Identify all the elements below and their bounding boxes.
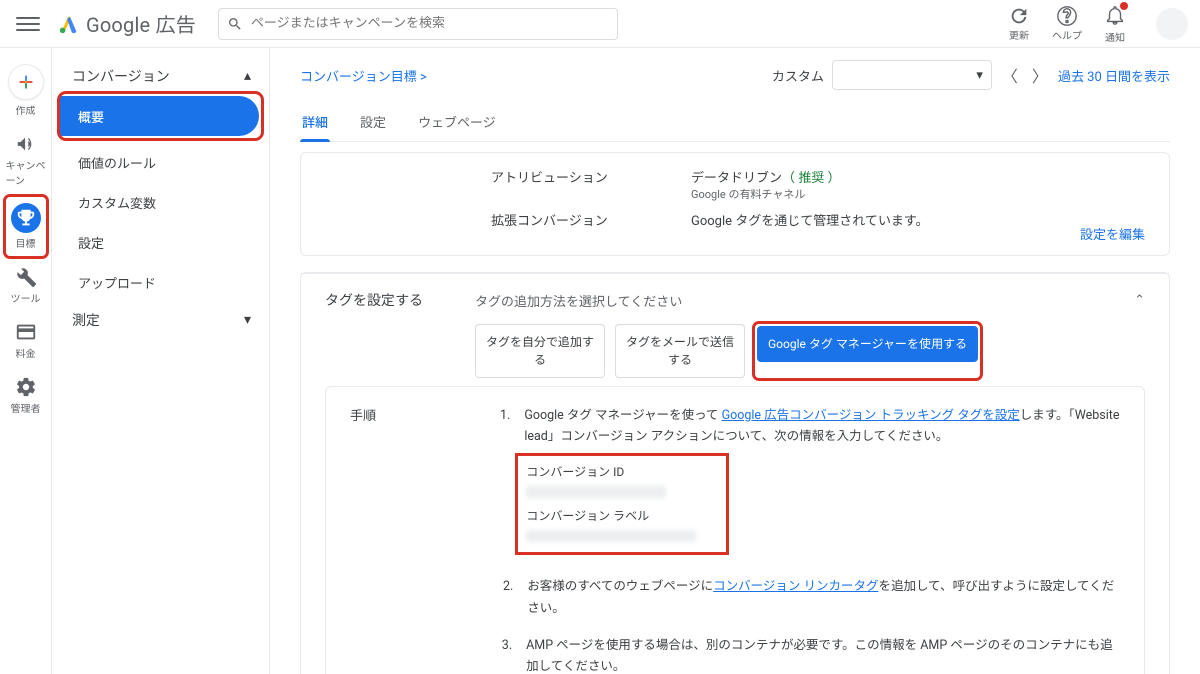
caret-down-icon: ▾ — [976, 68, 983, 83]
refresh-button[interactable]: 更新 — [1008, 5, 1030, 42]
help-button[interactable]: ヘルプ — [1052, 5, 1082, 42]
date-dropdown[interactable]: ▾ — [832, 60, 992, 90]
side-section-conversion[interactable]: コンバージョン ▴ — [60, 58, 261, 94]
edit-settings-link[interactable]: 設定を編集 — [1080, 224, 1145, 243]
refresh-icon — [1008, 5, 1030, 27]
search-box[interactable] — [218, 8, 618, 40]
tag-section: タグを設定する タグの追加方法を選択してください ⌃ タグを自分で追加する タグ… — [301, 273, 1169, 674]
notifications-button[interactable]: 通知 — [1104, 4, 1126, 44]
gear-icon — [15, 376, 37, 398]
steps-list: 1. Google タグ マネージャーを使って Google 広告コンバージョン… — [500, 405, 1120, 674]
side-section-measure[interactable]: 測定 ▾ — [60, 302, 261, 338]
bell-icon — [1104, 4, 1126, 29]
tag-card: タグを設定する タグの追加方法を選択してください ⌃ タグを自分で追加する タグ… — [300, 272, 1170, 674]
step-2: 2. お客様のすべてのウェブページにコンバージョン リンカータグを追加して、呼び… — [500, 576, 1120, 619]
hamburger-menu-icon[interactable] — [16, 12, 40, 36]
side-item-custom-vars[interactable]: カスタム変数 — [60, 182, 261, 222]
side-item-value-rules[interactable]: 価値のルール — [60, 142, 261, 182]
tab-webpage[interactable]: ウェブページ — [416, 104, 498, 141]
chevron-down-icon: ▾ — [244, 312, 251, 328]
date-controls: カスタム ▾ 〈 〉 過去 30 日間を表示 — [772, 60, 1170, 90]
side-panel: コンバージョン ▴ 概要 価値のルール カスタム変数 設定 アップロード 測定 … — [52, 48, 270, 674]
avatar[interactable] — [1156, 8, 1188, 40]
rail-campaigns[interactable]: キャンペーン — [6, 127, 46, 193]
attrib-key-enhanced: 拡張コンバージョン — [491, 210, 651, 229]
attrib-val-enhanced: Google タグを通じて管理されています。 — [691, 210, 1145, 229]
date-select: カスタム ▾ — [772, 60, 992, 90]
rail-admin[interactable]: 管理者 — [6, 370, 46, 421]
attrib-key-attribution: アトリビューション — [491, 167, 651, 202]
gtm-setup-link[interactable]: Google 広告コンバージョン トラッキング タグを設定 — [722, 408, 1020, 423]
cv-id-label: コンバージョン ID — [526, 462, 696, 482]
tag-section-desc: タグの追加方法を選択してください — [475, 291, 1104, 310]
tools-icon — [15, 266, 37, 288]
side-item-settings[interactable]: 設定 — [60, 222, 261, 262]
left-rail: 作成 キャンペーン 目標 ツール 料金 管理者 — [0, 48, 52, 674]
cv-label-label: コンバージョン ラベル — [526, 506, 696, 526]
tabs: 詳細 設定 ウェブページ — [300, 104, 1170, 142]
prev-period-button[interactable]: 〈 — [1002, 63, 1018, 87]
date-range-link[interactable]: 過去 30 日間を表示 — [1058, 66, 1170, 85]
attribution-card: アトリビューション データドリブン（ 推奨 ） Google の有料チャネル 拡… — [300, 152, 1170, 256]
google-ads-logo-icon — [58, 13, 80, 35]
steps-card: 手順 1. Google タグ マネージャーを使って Google 広告コンバー… — [325, 386, 1145, 674]
trophy-icon — [11, 203, 41, 233]
side-item-overview[interactable]: 概要 — [60, 96, 259, 136]
option-send-email[interactable]: タグをメールで送信する — [615, 324, 745, 378]
cv-label-value — [526, 530, 696, 542]
step-1: 1. Google タグ マネージャーを使って Google 広告コンバージョン… — [500, 405, 1120, 560]
megaphone-icon — [15, 133, 37, 155]
tag-section-title: タグを設定する — [325, 290, 445, 310]
brand: Google 広告 — [58, 9, 196, 38]
rail-goals[interactable]: 目標 — [6, 197, 46, 256]
card-icon — [15, 321, 37, 343]
highlight-gtm-option: Google タグ マネージャーを使用する — [755, 324, 980, 378]
brand-name: Google 広告 — [86, 9, 196, 38]
crumb-row: コンバージョン目標 > カスタム ▾ 〈 〉 過去 30 日間を表示 — [300, 60, 1170, 90]
cv-id-value — [526, 486, 666, 498]
conversion-ids-box: コンバージョン ID コンバージョン ラベル — [518, 456, 726, 553]
steps-label: 手順 — [350, 405, 500, 674]
top-header: Google 広告 更新 ヘルプ 通知 — [0, 0, 1200, 48]
date-custom-label: カスタム — [772, 66, 824, 85]
main-content: コンバージョン目標 > カスタム ▾ 〈 〉 過去 30 日間を表示 詳細 設定… — [270, 48, 1200, 674]
help-icon — [1056, 5, 1078, 27]
attrib-val-attribution: データドリブン（ 推奨 ） Google の有料チャネル — [691, 167, 1145, 202]
tab-settings[interactable]: 設定 — [358, 104, 388, 141]
collapse-chevron-icon[interactable]: ⌃ — [1134, 293, 1145, 308]
search-input[interactable] — [251, 16, 609, 31]
search-icon — [227, 16, 243, 32]
option-use-gtm[interactable]: Google タグ マネージャーを使用する — [757, 326, 978, 362]
chevron-up-icon: ▴ — [244, 68, 251, 84]
option-add-self[interactable]: タグを自分で追加する — [475, 324, 605, 378]
header-actions: 更新 ヘルプ 通知 — [1008, 4, 1188, 44]
tag-options: タグを自分で追加する タグをメールで送信する Google タグ マネージャーを… — [475, 324, 1145, 378]
rail-create[interactable]: 作成 — [6, 58, 46, 123]
rail-tools[interactable]: ツール — [6, 260, 46, 311]
highlight-overview: 概要 — [60, 94, 261, 138]
step-3: 3. AMP ページを使用する場合は、別のコンテナが必要です。この情報を AMP… — [500, 635, 1120, 674]
breadcrumb-link[interactable]: コンバージョン目標 > — [300, 66, 427, 85]
attribution-body: アトリビューション データドリブン（ 推奨 ） Google の有料チャネル 拡… — [301, 153, 1169, 255]
plus-icon — [8, 64, 44, 100]
next-period-button[interactable]: 〉 — [1032, 63, 1048, 87]
side-item-upload[interactable]: アップロード — [60, 262, 261, 302]
tab-details[interactable]: 詳細 — [300, 104, 330, 141]
date-pager: 〈 〉 — [1002, 63, 1048, 87]
linker-tag-link[interactable]: コンバージョン リンカータグ — [713, 579, 878, 594]
rail-billing[interactable]: 料金 — [6, 315, 46, 366]
